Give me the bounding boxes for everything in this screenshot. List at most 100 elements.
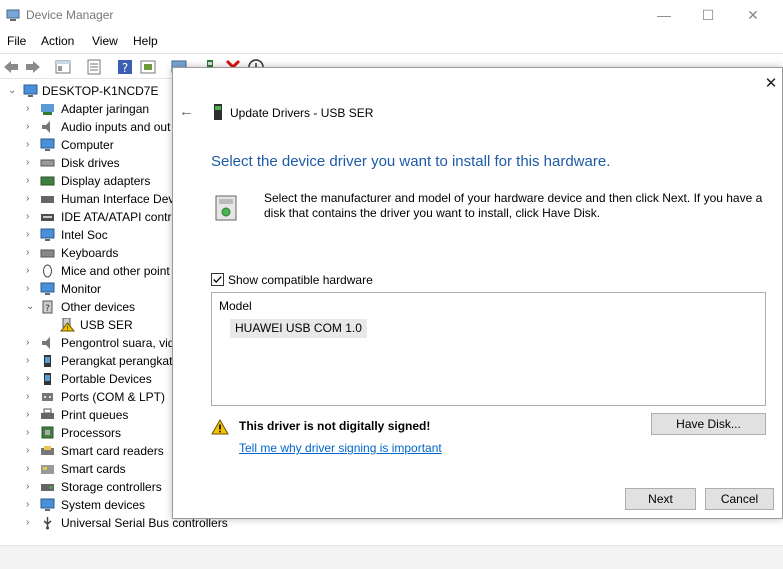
show-compatible-label: Show compatible hardware — [228, 273, 373, 287]
action-view-icon[interactable] — [139, 58, 157, 76]
model-list-item[interactable]: HUAWEI USB COM 1.0 — [230, 319, 367, 338]
menu-action[interactable]: Action — [41, 34, 74, 48]
chevron-right-icon[interactable]: › — [26, 157, 36, 169]
tree-item-label: Adapter jaringan — [61, 102, 150, 116]
card-reader-icon — [41, 446, 54, 455]
update-drivers-dialog: ✕ ← Update Drivers - USB SER Select the … — [172, 67, 783, 519]
help-icon[interactable]: ? — [116, 58, 134, 76]
checkbox-checked-icon[interactable] — [211, 273, 224, 286]
tree-item-label: Disk drives — [61, 156, 120, 170]
chevron-right-icon[interactable]: › — [26, 211, 36, 223]
chevron-down-icon[interactable]: ⌄ — [8, 85, 18, 97]
forward-arrow-icon[interactable] — [24, 58, 42, 76]
tree-item-label: Ports (COM & LPT) — [61, 390, 166, 404]
chip-monitor-icon — [40, 228, 55, 241]
chevron-right-icon[interactable]: › — [26, 337, 36, 349]
svg-text:?: ? — [122, 61, 128, 75]
cancel-button[interactable]: Cancel — [705, 488, 774, 510]
keyboard-icon — [40, 249, 55, 258]
dialog-heading: Select the device driver you want to ins… — [211, 153, 611, 170]
chevron-right-icon[interactable]: › — [26, 463, 36, 475]
chevron-right-icon[interactable]: › — [26, 247, 36, 259]
next-button[interactable]: Next — [625, 488, 696, 510]
portable-devices-icon — [44, 373, 51, 385]
chevron-right-icon[interactable]: › — [26, 445, 36, 457]
chevron-right-icon[interactable]: › — [26, 283, 36, 295]
system-devices-icon — [40, 498, 55, 511]
computer-icon — [23, 84, 38, 97]
disk-drive-icon — [40, 159, 55, 167]
chevron-right-icon[interactable]: › — [26, 373, 36, 385]
processor-icon — [41, 426, 54, 439]
mouse-icon — [43, 264, 52, 278]
tree-item-label: Smart card readers — [61, 444, 164, 458]
model-column-header: Model — [219, 299, 252, 313]
back-button[interactable]: ← — [179, 103, 197, 121]
show-hide-tree-icon[interactable] — [54, 58, 72, 76]
chevron-right-icon[interactable]: › — [26, 139, 36, 151]
menu-help[interactable]: Help — [133, 34, 158, 48]
warning-icon — [211, 419, 229, 435]
tree-item-label: Other devices — [61, 300, 136, 314]
chevron-right-icon[interactable]: › — [26, 517, 36, 529]
chevron-right-icon[interactable]: › — [26, 175, 36, 187]
minimize-button[interactable]: — — [644, 4, 684, 26]
tree-item-label: Monitor — [61, 282, 102, 296]
chevron-right-icon[interactable]: › — [26, 499, 36, 511]
chevron-right-icon[interactable]: › — [26, 121, 36, 133]
chevron-right-icon[interactable]: › — [26, 265, 36, 277]
chevron-down-icon[interactable]: ⌄ — [26, 301, 36, 313]
ports-icon — [42, 393, 53, 401]
tree-item-label: Storage controllers — [61, 480, 162, 494]
chevron-right-icon[interactable]: › — [26, 229, 36, 241]
model-list[interactable]: Model HUAWEI USB COM 1.0 — [211, 292, 766, 406]
dialog-close-button[interactable]: ✕ — [761, 74, 781, 94]
usb-icon — [43, 517, 52, 530]
title-bar: Device Manager — ☐ ✕ — [0, 0, 783, 30]
portable-device-icon — [44, 355, 51, 367]
dialog-instructions: Select the manufacturer and model of you… — [264, 191, 763, 220]
chevron-right-icon[interactable]: › — [26, 481, 36, 493]
tree-item-label: Smart cards — [61, 462, 126, 476]
chevron-right-icon[interactable]: › — [26, 409, 36, 421]
have-disk-button[interactable]: Have Disk... — [651, 413, 766, 435]
svg-text:?: ? — [45, 304, 50, 314]
tree-root-label: DESKTOP-K1NCD7E — [42, 84, 159, 98]
tree-item-label: Portable Devices — [61, 372, 152, 386]
chevron-right-icon[interactable]: › — [26, 427, 36, 439]
storage-controller-icon — [41, 484, 54, 491]
maximize-button[interactable]: ☐ — [688, 4, 728, 26]
tree-item-label: Intel Soc — [61, 228, 108, 242]
tree-item-label: Keyboards — [61, 246, 119, 260]
chevron-right-icon[interactable]: › — [26, 391, 36, 403]
chevron-right-icon[interactable]: › — [26, 355, 36, 367]
tree-item-label: Print queues — [61, 408, 129, 422]
dialog-title: Update Drivers - USB SER — [230, 106, 374, 120]
hid-icon — [41, 196, 54, 203]
printer-icon — [41, 408, 54, 419]
chevron-right-icon[interactable]: › — [26, 103, 36, 115]
driver-signing-link[interactable]: Tell me why driver signing is important — [239, 441, 442, 455]
tree-item-label: System devices — [61, 498, 146, 512]
back-arrow-icon[interactable] — [2, 58, 20, 76]
tree-item-label: USB SER — [80, 318, 133, 332]
computer-icon — [40, 138, 55, 151]
audio-icon — [42, 121, 50, 133]
tree-item-label: Human Interface Dev — [61, 192, 175, 206]
chevron-right-icon[interactable]: › — [26, 193, 36, 205]
smart-card-icon — [41, 465, 54, 474]
menu-file[interactable]: File — [7, 34, 26, 48]
tree-item-label: Computer — [61, 138, 114, 152]
hardware-driver-icon — [215, 195, 237, 221]
network-adapter-icon — [41, 104, 54, 115]
menu-view[interactable]: View — [92, 34, 118, 48]
unsigned-driver-warning: This driver is not digitally signed! — [239, 419, 431, 433]
usb-device-icon — [214, 104, 222, 120]
tree-item-label: Perangkat perangkat — [61, 354, 173, 368]
close-window-button[interactable]: ✕ — [733, 4, 773, 26]
device-manager-icon — [6, 9, 20, 21]
tree-item-label: Mice and other point — [61, 264, 170, 278]
tree-item-label: Display adapters — [61, 174, 151, 188]
menu-bar: File Action View Help — [0, 30, 783, 52]
properties-icon[interactable] — [85, 58, 103, 76]
